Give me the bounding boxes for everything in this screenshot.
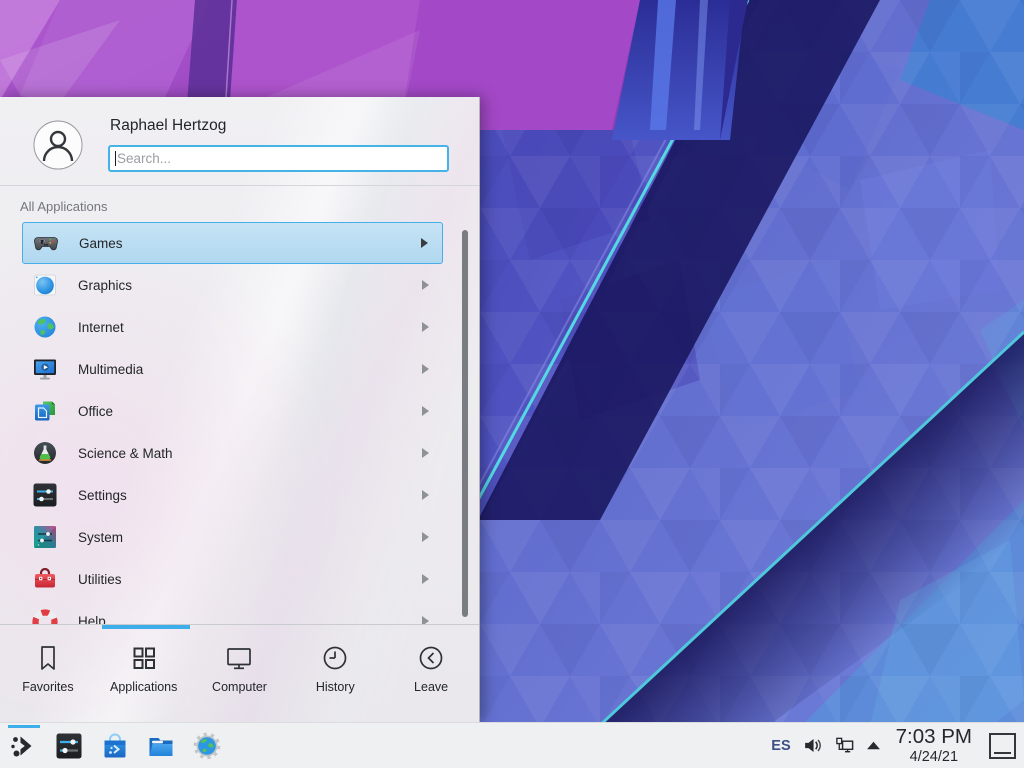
task-launchers: [0, 731, 222, 761]
tab-label: Applications: [110, 680, 177, 694]
submenu-arrow-icon: [422, 448, 429, 458]
submenu-arrow-icon: [421, 238, 428, 248]
category-label: Graphics: [78, 278, 132, 293]
category-label: Office: [78, 404, 113, 419]
submenu-arrow-icon: [422, 280, 429, 290]
graphics-icon: [32, 272, 58, 298]
leave-icon: [417, 644, 445, 672]
tab-label: Favorites: [22, 680, 73, 694]
multimedia-icon: [32, 356, 58, 382]
header-divider: [0, 185, 479, 186]
games-icon: [33, 230, 59, 256]
submenu-arrow-icon: [422, 616, 429, 624]
system-settings-button[interactable]: [54, 731, 84, 761]
tab-label: History: [316, 680, 355, 694]
submenu-arrow-icon: [422, 574, 429, 584]
launcher-tab-bar: Favorites Applications Computer: [0, 624, 479, 722]
category-office[interactable]: Office: [0, 390, 479, 432]
text-cursor: [115, 151, 116, 166]
office-icon: [32, 398, 58, 424]
user-name: Raphael Hertzog: [110, 117, 226, 135]
applications-icon: [130, 644, 158, 672]
clock-date: 4/24/21: [896, 750, 972, 765]
category-settings[interactable]: Settings: [0, 474, 479, 516]
active-task-indicator: [8, 725, 40, 728]
tray-expand-arrow-icon[interactable]: [866, 740, 881, 751]
list-scrollbar[interactable]: [462, 230, 468, 617]
file-manager-icon: [146, 731, 176, 761]
category-label: Settings: [78, 488, 127, 503]
category-system[interactable]: System: [0, 516, 479, 558]
category-label: Games: [79, 236, 123, 251]
kde-launcher-button[interactable]: [8, 731, 38, 761]
category-help[interactable]: Help: [0, 600, 479, 624]
utilities-icon: [32, 566, 58, 592]
category-utilities[interactable]: Utilities: [0, 558, 479, 600]
tab-applications[interactable]: Applications: [96, 625, 192, 722]
active-tab-indicator: [102, 625, 190, 629]
internet-icon: [32, 314, 58, 340]
category-graphics[interactable]: Graphics: [0, 264, 479, 306]
launcher-header: Raphael Hertzog: [0, 97, 479, 185]
submenu-arrow-icon: [422, 364, 429, 374]
konqueror-icon: [192, 731, 222, 761]
category-label: System: [78, 530, 123, 545]
discover-icon: [100, 731, 130, 761]
taskbar-panel: ES 7:03 PM 4/24/21: [0, 722, 1024, 768]
kde-launcher-icon: [8, 731, 38, 761]
network-icon[interactable]: [834, 735, 855, 756]
submenu-arrow-icon: [422, 322, 429, 332]
category-science-math[interactable]: Science & Math: [0, 432, 479, 474]
user-avatar-icon[interactable]: [33, 120, 83, 170]
category-label: Help: [78, 614, 106, 625]
category-multimedia[interactable]: Multimedia: [0, 348, 479, 390]
search-input[interactable]: [108, 145, 449, 172]
category-label: Multimedia: [78, 362, 143, 377]
tab-label: Computer: [212, 680, 267, 694]
system-icon: [32, 524, 58, 550]
volume-icon[interactable]: [802, 735, 823, 756]
section-label: All Applications: [20, 199, 107, 214]
application-launcher-menu: Raphael Hertzog All Applications Games: [0, 97, 480, 722]
category-list: Games Graphics: [0, 222, 479, 624]
category-games[interactable]: Games: [22, 222, 443, 264]
category-label: Science & Math: [78, 446, 173, 461]
clock-time: 7:03 PM: [896, 727, 972, 748]
system-settings-icon: [54, 731, 84, 761]
help-icon: [32, 608, 58, 624]
file-manager-button[interactable]: [146, 731, 176, 761]
tab-history[interactable]: History: [287, 625, 383, 722]
system-tray: ES 7:03 PM 4/24/21: [771, 727, 1024, 764]
digital-clock[interactable]: 7:03 PM 4/24/21: [896, 727, 972, 764]
category-label: Utilities: [78, 572, 122, 587]
category-label: Internet: [78, 320, 124, 335]
computer-icon: [225, 644, 253, 672]
settings-icon: [32, 482, 58, 508]
favorites-icon: [34, 644, 62, 672]
discover-button[interactable]: [100, 731, 130, 761]
show-desktop-button[interactable]: [989, 733, 1016, 759]
submenu-arrow-icon: [422, 532, 429, 542]
category-internet[interactable]: Internet: [0, 306, 479, 348]
tab-label: Leave: [414, 680, 448, 694]
submenu-arrow-icon: [422, 406, 429, 416]
keyboard-layout-indicator[interactable]: ES: [771, 738, 790, 754]
tab-computer[interactable]: Computer: [192, 625, 288, 722]
tab-favorites[interactable]: Favorites: [0, 625, 96, 722]
science-icon: [32, 440, 58, 466]
konqueror-button[interactable]: [192, 731, 222, 761]
desktop: Raphael Hertzog All Applications Games: [0, 0, 1024, 768]
submenu-arrow-icon: [422, 490, 429, 500]
tab-leave[interactable]: Leave: [383, 625, 479, 722]
history-icon: [321, 644, 349, 672]
